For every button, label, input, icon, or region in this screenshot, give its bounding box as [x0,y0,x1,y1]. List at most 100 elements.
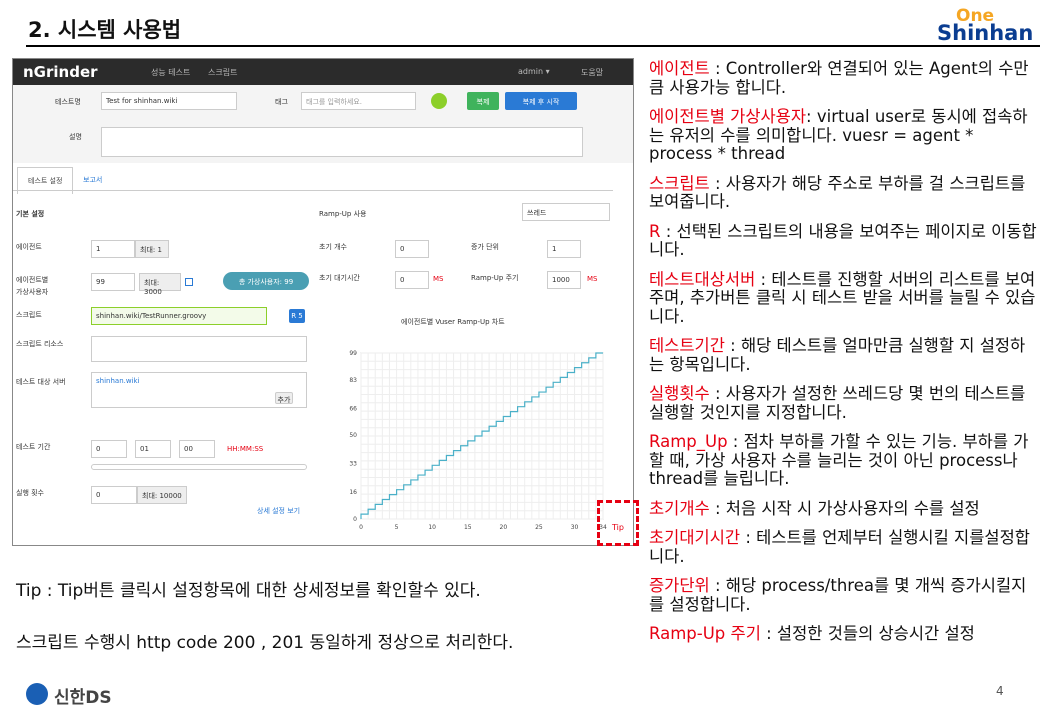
note-text: : 선택된 스크립트의 내용을 보여주는 페이지로 이동합니다. [649,221,1037,259]
agent-input[interactable]: 1 [91,240,135,258]
notes-panel: 에이전트 : Controller와 연결되어 있는 Agent의 수만큼 사용… [649,59,1039,655]
note-item: R : 선택된 스크립트의 내용을 보여주는 페이지로 이동합니다. [649,221,1039,260]
basic-settings-heading: 기본 설정 [16,210,45,218]
duration-radio[interactable]: 테스트 기간 [16,442,50,452]
add-server-button[interactable]: 추가 [275,392,293,404]
y-tick-label: 33 [349,461,357,468]
note-item: 테스트대상서버 : 테스트를 진행할 서버의 리스트를 보여주며, 추가버튼 클… [649,270,1039,327]
rampup-check[interactable]: Ramp-Up 사용 [319,209,366,219]
note-key: 증가단위 [649,576,710,595]
desc-label: 설명 [69,133,82,141]
run-max: 최대: 10000 [137,486,187,504]
chart-title: 에이전트별 Vuser Ramp-Up 차트 [401,318,505,326]
x-tick-label: 20 [500,524,508,531]
note-item: 스크립트 : 사용자가 해당 주소로 부하를 걸 스크립트를 보여줍니다. [649,173,1039,212]
note-key: Ramp_Up [649,432,728,451]
page-number: 4 [996,684,1004,698]
tag-label: 태그 [275,98,288,106]
period-label: Ramp-Up 주기 [471,274,519,282]
init-count-label: 초기 개수 [319,243,347,251]
note-item: 실행횟수 : 사용자가 설정한 쓰레드당 몇 번의 테스트를 실행할 것인지를 … [649,384,1039,422]
navbar: nGrinder 성능 테스트 스크립트 admin ▾ 도움말 [13,59,633,85]
title-divider [26,45,1040,47]
ms-unit-2: MS [587,275,598,283]
note-key: 초기개수 [649,498,710,518]
test-name-input[interactable]: Test for shinhan.wiki [101,92,237,110]
vuser-max: 최대: 3000 [139,273,181,296]
script-res-box[interactable] [91,336,307,362]
script-select[interactable]: shinhan.wiki/TestRunner.groovy [91,307,267,325]
note-key: 초기대기시간 [649,528,741,547]
script-label: 스크립트 [16,311,42,319]
init-count-input[interactable]: 0 [395,240,429,258]
init-wait-input[interactable]: 0 [395,271,429,289]
dur-minutes[interactable]: 01 [135,440,171,458]
y-tick-label: 50 [349,432,357,439]
ngrinder-screenshot: nGrinder 성능 테스트 스크립트 admin ▾ 도움말 테스트명 Te… [12,58,634,546]
x-tick-label: 15 [464,524,472,531]
x-tick-label: 0 [359,524,363,531]
script-res-label: 스크립트 리소스 [16,340,64,348]
clone-run-button[interactable]: 복제 후 시작 [505,92,577,110]
note-item: 초기대기시간 : 테스트를 언제부터 실행시킬 지를설정합니다. [649,528,1039,566]
note-text: : 설정한 것들의 상승시간 설정 [760,624,975,643]
tab-divider [13,190,613,191]
y-tick-label: 66 [349,405,357,412]
note-item: 증가단위 : 해당 process/threa를 몇 개씩 증가시킬지를 설정합… [649,576,1039,614]
brand-logo[interactable]: nGrinder [23,63,98,81]
expand-icon[interactable] [185,278,193,286]
user-menu[interactable]: admin ▾ [518,67,550,76]
tip-text-2: 스크립트 수행시 http code 200 , 201 동일하게 정상으로 처… [16,633,514,653]
x-tick-label: 10 [428,524,436,531]
note-text: : 처음 시작 시 가상사용자의 수를 설정 [709,498,980,518]
rampup-type-select[interactable]: 쓰레드 [522,203,610,221]
script-view-button[interactable]: R 5 [289,309,305,323]
note-key: 테스트기간 [649,336,725,355]
y-tick-label: 83 [349,377,357,384]
vuser-input[interactable]: 99 [91,273,135,291]
note-key: 에이전트별 가상사용자 [649,107,807,126]
x-tick-label: 30 [571,524,579,531]
test-name-label: 테스트명 [55,98,81,106]
vuser-label-1: 에이전트별 [16,276,49,284]
ms-unit-1: MS [433,275,444,283]
brand-logo-bottom: Shinhan [937,21,1034,45]
help-link[interactable]: 도움말 [581,67,603,78]
note-item: Ramp-Up 주기 : 설정한 것들의 상승시간 설정 [649,624,1039,644]
rampup-chart: 0 16 33 50 66 83 99 0 5 10 15 20 25 30 34 [339,345,611,541]
note-item: 에이전트 : Controller와 연결되어 있는 Agent의 수만큼 사용… [649,59,1039,97]
run-input[interactable]: 0 [91,486,137,504]
clone-button[interactable]: 복제 [467,92,499,110]
note-key: 스크립트 [649,173,710,193]
tip-text-1: Tip : Tip버튼 클릭시 설정항목에 대한 상세정보를 확인할수 있다. [16,581,481,601]
detail-link[interactable]: 상세 설정 보기 [257,506,300,516]
note-key: 실행횟수 [649,384,710,403]
incr-input[interactable]: 1 [547,240,581,258]
duration-slider[interactable] [91,464,307,470]
slide-title: 2. 시스템 사용법 [28,18,182,42]
nav-perf-test[interactable]: 성능 테스트 [151,67,190,78]
x-tick-label: 5 [395,524,399,531]
dur-seconds[interactable]: 00 [179,440,215,458]
dur-hours[interactable]: 0 [91,440,127,458]
incr-label: 증가 단위 [471,243,499,251]
shinhan-ds-logo-icon [26,683,48,705]
y-tick-label: 16 [349,489,357,496]
y-tick-label: 0 [353,516,357,523]
note-item: 에이전트별 가상사용자: virtual user로 동시에 접속하는 유저의 … [649,107,1039,164]
vuser-label-2: 가상사용자 [16,288,49,296]
period-input[interactable]: 1000 [547,271,581,289]
x-tick-label: 25 [535,524,543,531]
agent-label: 에이전트 [16,243,42,251]
dur-format: HH:MM:SS [227,445,264,453]
note-key: Ramp-Up 주기 [649,624,761,643]
tag-input[interactable]: 태그를 입력하세요. [301,92,416,110]
y-tick-label: 99 [349,350,357,357]
desc-input[interactable] [101,127,583,157]
note-item: Ramp_Up : 점차 부하를 가할 수 있는 기능. 부하를 가할 때, 가… [649,432,1039,489]
runcount-radio[interactable]: 실행 횟수 [16,488,44,498]
tip-button[interactable]: Tip [597,500,639,546]
nav-script[interactable]: 스크립트 [208,67,237,78]
total-vuser-badge: 총 가상사용자: 99 [223,272,309,290]
note-item: 초기개수 : 처음 시작 시 가상사용자의 수를 설정 [649,498,1039,519]
